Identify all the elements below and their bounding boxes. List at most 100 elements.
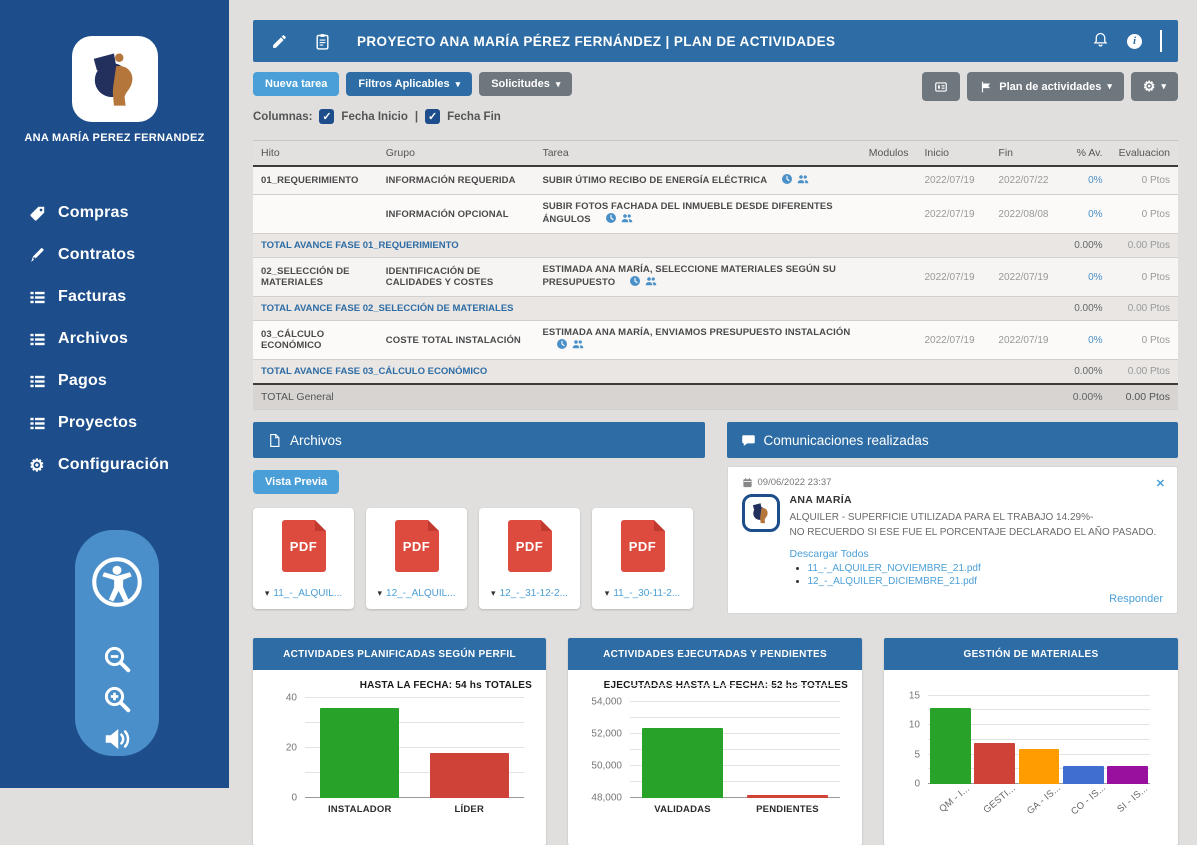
message-avatar (742, 494, 780, 532)
new-task-button[interactable]: Nueva tarea (253, 72, 339, 96)
calendar-icon (742, 477, 753, 488)
cell-tarea: SUBIR FOTOS FACHADA DEL INMUEBLE DESDE D… (534, 195, 860, 234)
clock-icon[interactable] (781, 173, 793, 188)
col-tarea[interactable]: Tarea (534, 141, 860, 167)
cell-tarea: ESTIMADA ANA MARÍA, SELECCIONE MATERIALE… (534, 258, 860, 297)
archivos-panel: Archivos Vista Previa PDF▾11_-_ALQUIL...… (253, 422, 705, 614)
sidebar-item-configuracion[interactable]: ⚙Configuración (0, 444, 229, 486)
col-avance[interactable]: % Av. (1064, 141, 1110, 167)
col-inicio[interactable]: Inicio (916, 141, 990, 167)
pdf-file-name[interactable]: 12_-_31-12-2... (500, 588, 568, 599)
chart-title: ACTIVIDADES PLANIFICADAS SEGÚN PERFIL (253, 638, 546, 670)
x-axis-label: QM - I... (928, 790, 972, 801)
caret-down-icon[interactable]: ▾ (265, 589, 270, 598)
cell-inicio: 2022/07/19 (916, 166, 990, 195)
bell-icon[interactable] (1092, 30, 1109, 52)
list-icon (28, 288, 46, 306)
fecha-inicio-label: Fecha Inicio (341, 111, 407, 123)
project-header: PROYECTO ANA MARÍA PÉREZ FERNÁNDEZ | PLA… (253, 20, 1178, 62)
cell-inicio: 2022/07/19 (916, 321, 990, 360)
zoom-in-icon[interactable] (102, 684, 132, 714)
flag-icon (979, 80, 993, 94)
cell-fin: 2022/07/19 (990, 321, 1064, 360)
cell-fin: 2022/08/08 (990, 195, 1064, 234)
sidebar-nav: Compras Contratos Facturas ArchivosPagosPro… (0, 192, 229, 486)
pdf-file-name[interactable]: 12_-_ALQUIL... (386, 588, 455, 599)
pdf-file-name[interactable]: 11_-_30-11-2... (613, 588, 680, 599)
message-card: 09/06/2022 23:37 ✕ ANA MARÍA AL (727, 466, 1179, 614)
pdf-file-name[interactable]: 11_-_ALQUIL... (273, 588, 342, 599)
sidebar-item-label: Facturas (58, 288, 126, 306)
sidebar-item-compras[interactable]: Compras (0, 192, 229, 234)
y-tick-label: 15 (909, 690, 920, 701)
message-author: ANA MARÍA (790, 494, 1157, 506)
users-icon[interactable] (797, 173, 809, 188)
gear-icon: ⚙ (28, 456, 46, 474)
pdf-file-card[interactable]: PDF▾11_-_30-11-2... (592, 508, 693, 609)
task-row: 02_SELECCIÓN DE MATERIALESIDENTIFICACIÓN… (253, 258, 1178, 297)
close-icon[interactable]: ✕ (1156, 477, 1165, 490)
total-avance: 0.00% (1064, 297, 1110, 321)
sidebar-item-contratos[interactable]: Contratos (0, 234, 229, 276)
sidebar-item-facturas[interactable]: Facturas (0, 276, 229, 318)
requests-button[interactable]: Solicitudes▾ (479, 72, 572, 96)
document-icon (267, 433, 282, 448)
clock-icon[interactable] (605, 212, 617, 227)
fecha-inicio-checkbox[interactable] (319, 109, 334, 124)
info-icon[interactable]: i (1127, 34, 1142, 49)
total-evaluacion: 0.00 Ptos (1111, 297, 1178, 321)
table-header-row: Hito Grupo Tarea Modulos Inicio Fin % Av… (253, 141, 1178, 167)
clock-icon[interactable] (556, 338, 568, 353)
col-fin[interactable]: Fin (990, 141, 1064, 167)
x-axis-label: INSTALADOR (305, 804, 415, 815)
bar-SI - IS... (1107, 766, 1148, 784)
bar-CO - IS... (1063, 766, 1104, 784)
caret-down-icon[interactable]: ▾ (605, 589, 610, 598)
col-hito[interactable]: Hito (253, 141, 378, 167)
y-tick-label: 48,000 (591, 793, 622, 804)
speaker-icon[interactable] (102, 724, 132, 754)
bar-VALIDADAS (642, 728, 724, 798)
cell-fin: 2022/07/22 (990, 166, 1064, 195)
accessibility-icon[interactable] (91, 556, 143, 608)
pdf-file-card[interactable]: PDF▾12_-_31-12-2... (479, 508, 580, 609)
col-grupo[interactable]: Grupo (378, 141, 535, 167)
filters-button[interactable]: Filtros Aplicables▾ (346, 72, 472, 96)
clock-icon[interactable] (629, 275, 641, 290)
users-icon[interactable] (645, 275, 657, 290)
fecha-fin-checkbox[interactable] (425, 109, 440, 124)
pdf-file-card[interactable]: PDF ▾ 12_-_ALQUIL... (366, 508, 467, 609)
clipboard-icon[interactable] (314, 33, 331, 50)
caret-down-icon[interactable]: ▾ (491, 589, 496, 598)
attachment-link[interactable]: 11_-_ALQUILER_NOVIEMBRE_21.pdf (808, 563, 981, 574)
cell-evaluacion: 0 Ptos (1111, 258, 1178, 297)
settings-button[interactable]: ⚙▾ (1131, 72, 1178, 101)
total-evaluacion: 0.00 Ptos (1111, 360, 1178, 385)
sidebar-item-archivos[interactable]: Archivos (0, 318, 229, 360)
zoom-out-icon[interactable] (102, 644, 132, 674)
caret-down-icon[interactable]: ▾ (377, 589, 382, 598)
attachment-link[interactable]: 12_-_ALQUILER_DICIEMBRE_21.pdf (808, 576, 978, 587)
download-all-link[interactable]: Descargar Todos (790, 548, 1157, 560)
pdf-file-card[interactable]: PDF ▾11_-_ALQUIL... (253, 508, 354, 609)
users-icon[interactable] (621, 212, 633, 227)
col-modulos[interactable]: Modulos (861, 141, 917, 167)
col-evaluacion[interactable]: Evaluacion (1111, 141, 1178, 167)
reply-link[interactable]: Responder (1109, 593, 1163, 605)
sidebar-item-pagos[interactable]: Pagos (0, 360, 229, 402)
plan-dropdown-button[interactable]: Plan de actividades▾ (967, 72, 1124, 101)
archivos-title: Archivos (290, 433, 342, 448)
users-icon[interactable] (572, 338, 584, 353)
x-axis-label: SI - IS... (1106, 790, 1150, 801)
y-tick-label: 10 (909, 720, 920, 731)
total-label: TOTAL AVANCE FASE 03_CÁLCULO ECONÓMICO (253, 360, 1064, 385)
preview-button[interactable]: Vista Previa (253, 470, 339, 494)
pdf-icon: PDF (282, 520, 326, 572)
cell-fin: 2022/07/19 (990, 258, 1064, 297)
sidebar-item-proyectos[interactable]: Proyectos (0, 402, 229, 444)
edit-icon[interactable] (271, 33, 288, 50)
pdf-icon: PDF (395, 520, 439, 572)
bar-INSTALADOR (320, 708, 399, 798)
sidebar-item-label: Contratos (58, 246, 135, 264)
card-view-button[interactable] (922, 72, 960, 101)
